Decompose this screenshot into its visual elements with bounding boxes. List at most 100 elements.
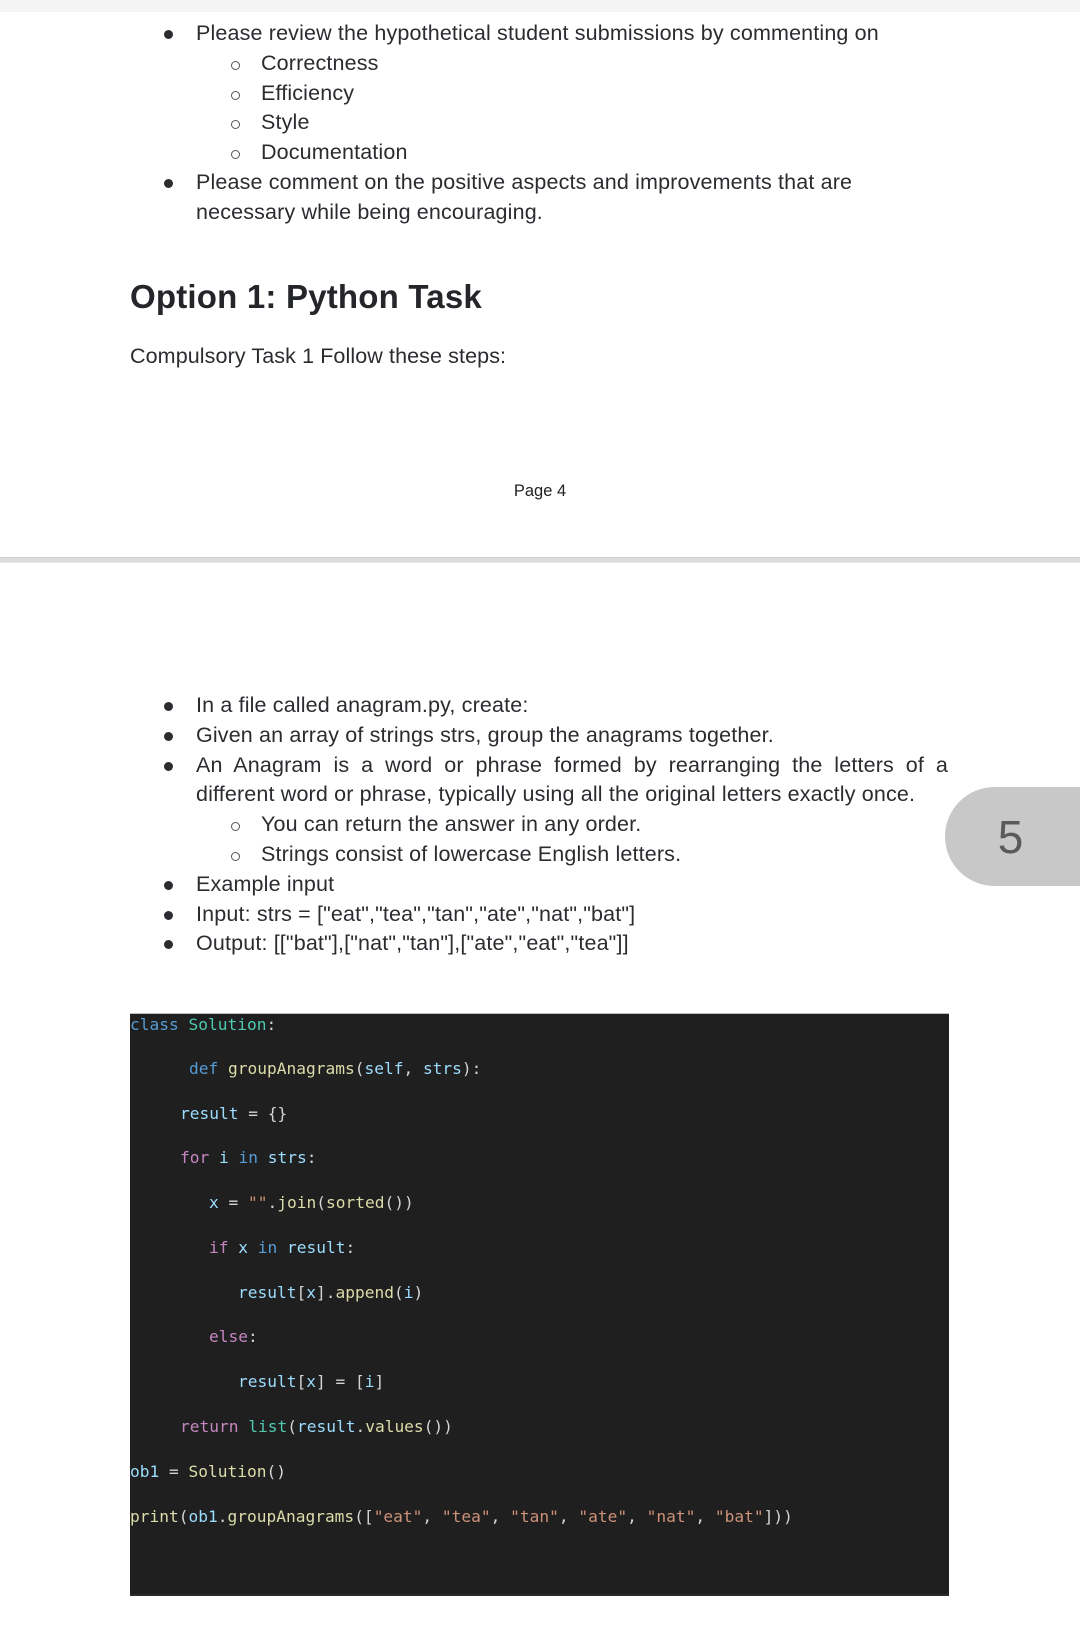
code-token: , (490, 1507, 511, 1526)
code-token: x (306, 1283, 316, 1302)
code-line: x = "".join(sorted()) (209, 1193, 414, 1213)
code-token: i (403, 1283, 414, 1302)
code-token: in (238, 1148, 259, 1167)
code-token: in (257, 1238, 278, 1257)
list-item: Efficiency (0, 79, 1080, 109)
code-token: = (325, 1372, 355, 1391)
section-heading: Option 1: Python Task (130, 278, 482, 315)
code-token: ()) (423, 1417, 453, 1436)
code-token: , (403, 1059, 423, 1078)
page-4: Please review the hypothetical student s… (0, 12, 1080, 558)
hollow-bullet-icon (231, 120, 240, 130)
bullet-icon (164, 880, 173, 890)
code-token: x (209, 1193, 219, 1212)
page-number-label: Page 4 (513, 482, 567, 500)
code-token: [ (354, 1372, 365, 1391)
code-line: result[x] = [i] (238, 1372, 384, 1392)
code-token: for (180, 1148, 210, 1167)
code-line: print(ob1.groupAnagrams(["eat", "tea", "… (130, 1507, 793, 1527)
code-token: ()) (384, 1193, 414, 1212)
code-token: result (287, 1238, 346, 1257)
code-token: , (627, 1507, 647, 1526)
code-token: sorted (325, 1193, 385, 1212)
code-token: ])) (763, 1507, 793, 1526)
code-token: strs (267, 1148, 307, 1167)
code-line: ob1 = Solution() (130, 1462, 286, 1482)
code-token: : (306, 1148, 317, 1167)
top-strip (0, 0, 1080, 12)
code-token: i (219, 1148, 229, 1167)
review-list: Please review the hypothetical student s… (0, 19, 1080, 228)
code-token: ( (287, 1417, 297, 1436)
code-token: result (180, 1104, 239, 1123)
code-token: return (180, 1417, 239, 1436)
page-indicator-number: 5 (997, 810, 1024, 863)
code-token: result (238, 1283, 297, 1302)
bullet-icon (164, 761, 173, 771)
code-token: x (238, 1238, 248, 1257)
code-token: groupAnagrams (228, 1059, 355, 1078)
code-token: ( (354, 1059, 365, 1078)
list-item: Strings consist of lowercase English let… (0, 840, 1080, 870)
code-token: ( (316, 1193, 326, 1212)
code-token: . (355, 1417, 366, 1436)
code-token: print (130, 1507, 179, 1526)
code-token: : (345, 1238, 356, 1257)
list-item: Correctness (0, 49, 1080, 79)
page-footer: Page 4 (0, 482, 1080, 501)
code-token: groupAnagrams (227, 1507, 355, 1526)
code-token: strs (422, 1059, 462, 1078)
list-item: Please comment on the positive aspects a… (0, 168, 1080, 228)
code-line: for i in strs: (180, 1148, 316, 1168)
code-token: values (365, 1417, 424, 1436)
hollow-bullet-icon (231, 822, 240, 832)
hollow-bullet-icon (231, 150, 240, 160)
code-line: if x in result: (209, 1238, 355, 1258)
code-token: . (267, 1193, 278, 1212)
list-item: In a file called anagram.py, create: (0, 691, 1080, 721)
document-viewer: Please review the hypothetical student s… (0, 0, 1080, 1632)
list-item: Output: [["bat"],["nat","tan"],["ate","e… (0, 929, 1080, 959)
bullet-icon (164, 178, 173, 188)
hollow-bullet-icon (231, 90, 240, 100)
code-token: result (238, 1372, 297, 1391)
task-intro: Compulsory Task 1 Follow these steps: (130, 344, 507, 368)
bullet-icon (164, 940, 173, 950)
code-token: {} (267, 1104, 288, 1123)
list-item: Given an array of strings strs, group th… (0, 721, 1080, 751)
code-token: ] (374, 1372, 385, 1391)
code-token: ]. (315, 1283, 336, 1302)
code-token: Solution (188, 1462, 267, 1481)
code-token: "" (248, 1193, 268, 1212)
page-indicator-tab[interactable]: 5 (945, 787, 1080, 886)
code-token: "nat" (646, 1507, 696, 1526)
code-token: append (335, 1283, 394, 1302)
code-token: : (247, 1327, 258, 1346)
code-token: ] (315, 1372, 326, 1391)
code-token: ([ (354, 1507, 374, 1526)
code-block: class Solution: def groupAnagrams(self, … (130, 1013, 949, 1596)
code-token: result (296, 1417, 356, 1436)
code-token: , (422, 1507, 442, 1526)
code-token: "tea" (441, 1507, 491, 1526)
code-token: ( (393, 1283, 404, 1302)
code-line: return list(result.values()) (180, 1417, 453, 1437)
code-token: "eat" (373, 1507, 423, 1526)
code-token: ): (461, 1059, 482, 1078)
code-token: = (238, 1104, 268, 1123)
list-item: Please review the hypothetical student s… (0, 19, 1080, 49)
code-token: self (364, 1059, 404, 1078)
code-token: class (130, 1015, 179, 1034)
code-token: "ate" (578, 1507, 628, 1526)
bullet-icon (164, 702, 173, 711)
code-token: "bat" (714, 1507, 764, 1526)
code-token: def (189, 1059, 219, 1078)
